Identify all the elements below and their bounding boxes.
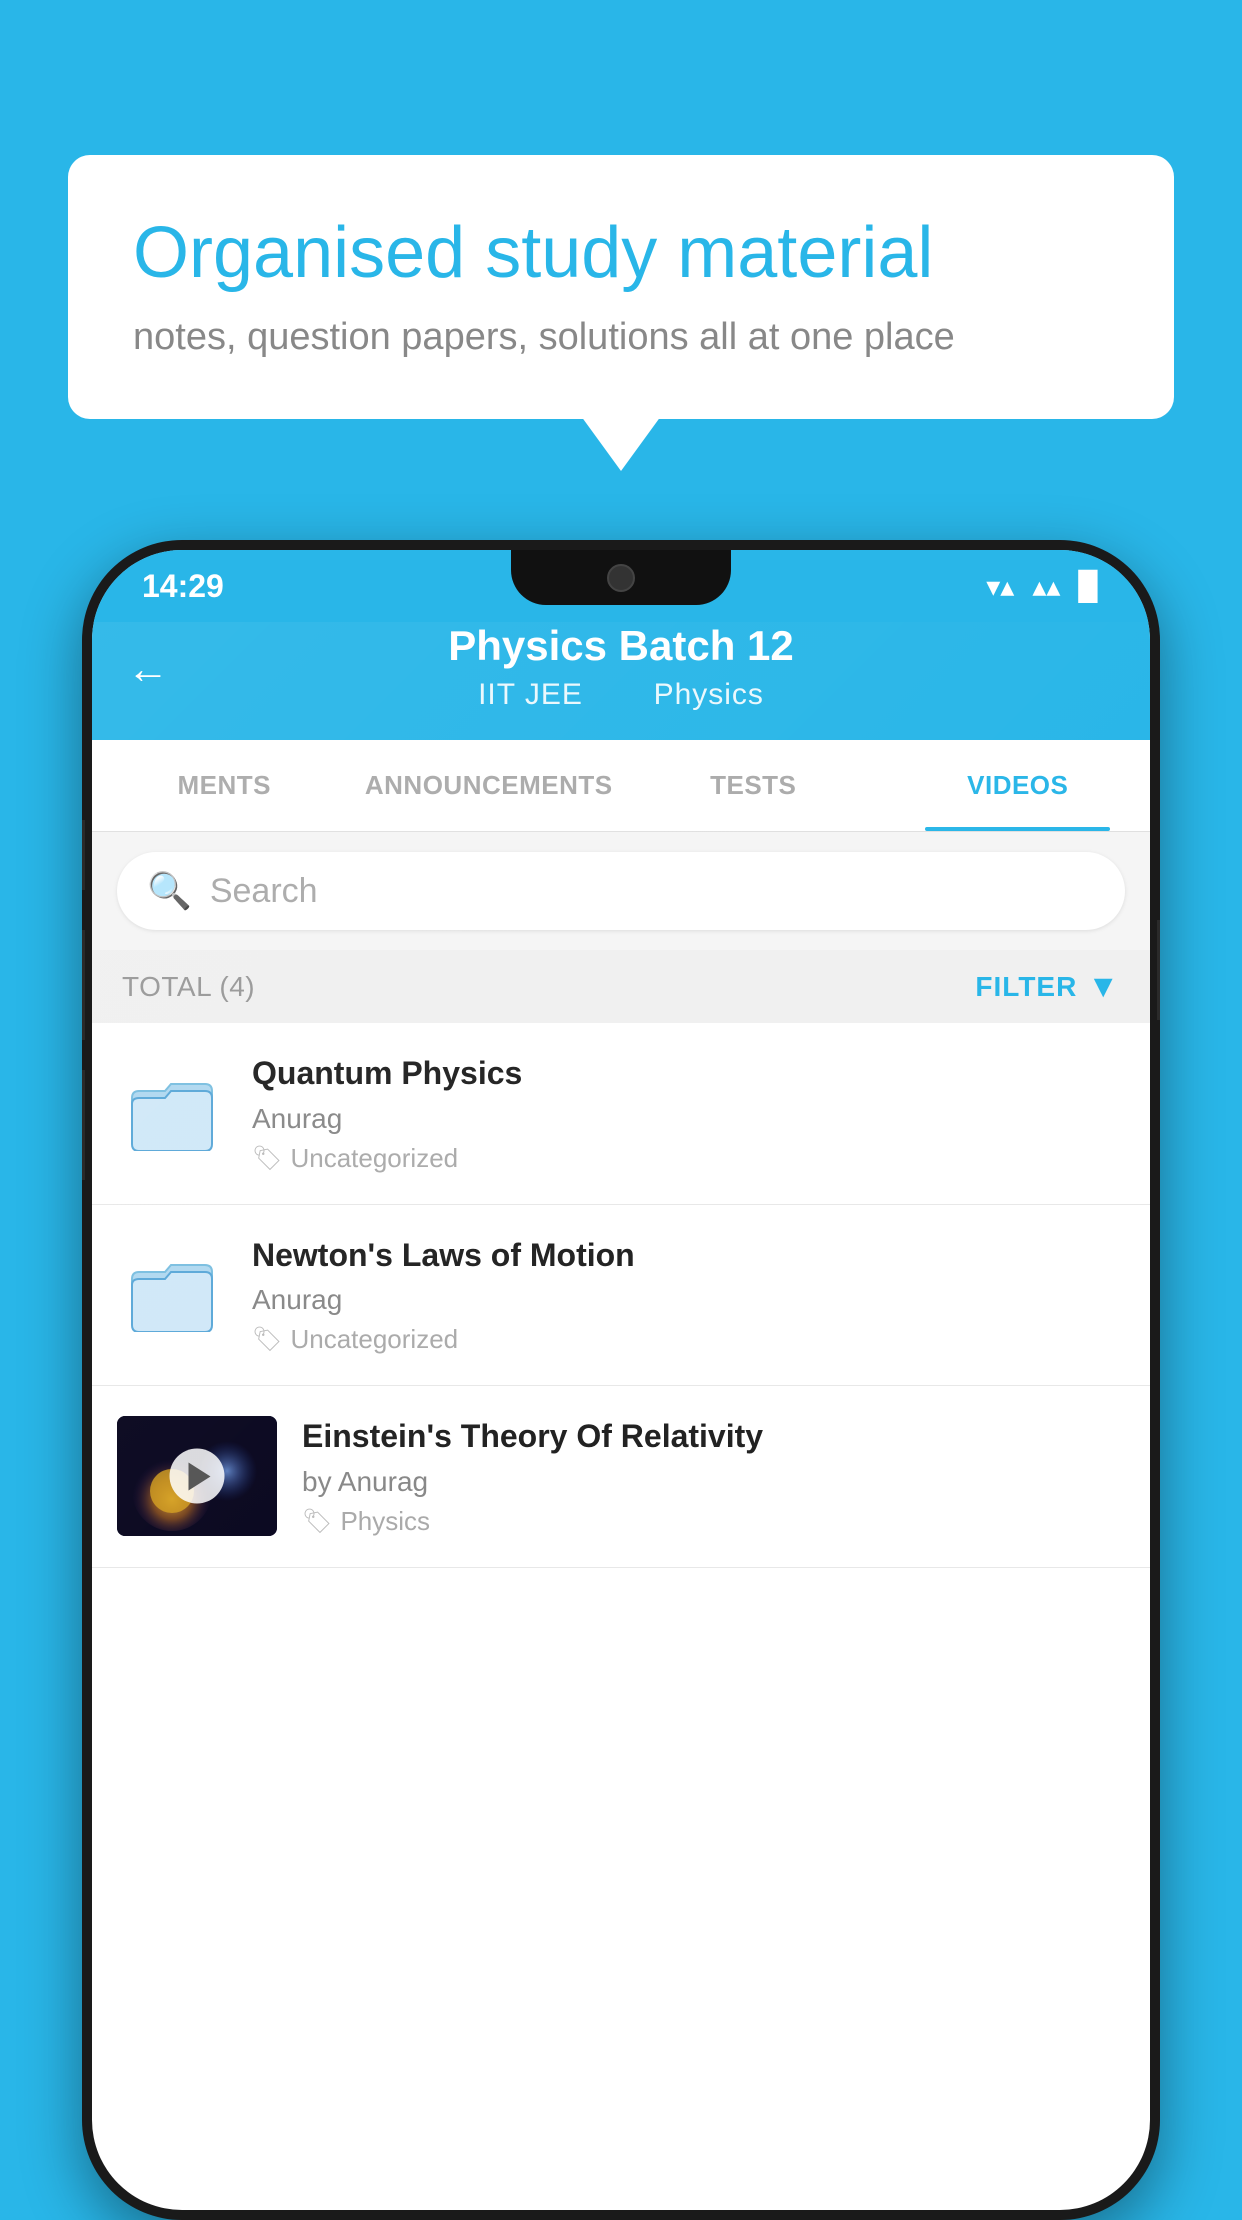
video-title: Newton's Laws of Motion [252,1235,1125,1277]
phone-notch [511,550,731,605]
back-button[interactable]: ← [127,645,169,693]
folder-icon [127,1076,217,1151]
video-tag: 🏷 Physics [302,1506,1125,1537]
search-bar[interactable]: 🔍 Search [117,852,1125,930]
video-tag: 🏷 Uncategorized [252,1143,1125,1174]
tab-announcements[interactable]: ANNOUNCEMENTS [357,740,622,831]
search-placeholder: Search [210,872,318,911]
list-item[interactable]: Quantum Physics Anurag 🏷 Uncategorized [92,1023,1150,1205]
front-camera [607,564,635,592]
tag-icon: 🏷 [252,1325,282,1354]
video-author: Anurag [252,1103,1125,1135]
video-thumbnail [117,1416,277,1536]
tab-tests[interactable]: TESTS [621,740,886,831]
batch-tags: IIT JEE Physics [92,678,1150,712]
filter-icon: ▼ [1087,968,1120,1005]
filter-bar: TOTAL (4) FILTER ▼ [92,950,1150,1023]
play-button[interactable] [170,1449,225,1504]
tag-icon: 🏷 [252,1144,282,1173]
video-author: by Anurag [302,1466,1125,1498]
tag-iitjee: IIT JEE [478,678,583,711]
bubble-subtitle: notes, question papers, solutions all at… [133,316,1109,359]
list-item[interactable]: Newton's Laws of Motion Anurag 🏷 Uncateg… [92,1205,1150,1387]
list-item[interactable]: Einstein's Theory Of Relativity by Anura… [92,1386,1150,1568]
tab-ments[interactable]: MENTS [92,740,357,831]
search-icon: 🔍 [147,870,192,912]
video-info: Einstein's Theory Of Relativity by Anura… [302,1416,1125,1537]
bubble-title: Organised study material [133,210,1109,296]
total-count: TOTAL (4) [122,971,255,1003]
wifi-icon: ▾▴ [986,570,1014,603]
filter-label: FILTER [975,971,1077,1003]
tab-bar: MENTS ANNOUNCEMENTS TESTS VIDEOS [92,740,1150,832]
signal-icon: ▴▴ [1032,570,1060,603]
play-icon [188,1462,210,1490]
mute-button [82,820,85,890]
video-title: Einstein's Theory Of Relativity [302,1416,1125,1458]
screen-content: 14:29 ▾▴ ▴▴ ▉ ← Physics Batch 12 IIT JEE… [92,550,1150,2210]
status-icons: ▾▴ ▴▴ ▉ [986,570,1100,603]
tag-icon: 🏷 [302,1507,332,1536]
video-info: Newton's Laws of Motion Anurag 🏷 Uncateg… [252,1235,1125,1356]
search-container: 🔍 Search [92,832,1150,950]
speech-bubble-container: Organised study material notes, question… [68,155,1174,419]
folder-icon-wrap [117,1250,227,1340]
video-title: Quantum Physics [252,1053,1125,1095]
video-list: Quantum Physics Anurag 🏷 Uncategorized [92,1023,1150,1568]
tag-label: Uncategorized [290,1324,458,1355]
batch-title: Physics Batch 12 [92,622,1150,670]
folder-icon [127,1257,217,1332]
video-tag: 🏷 Uncategorized [252,1324,1125,1355]
phone-frame: 14:29 ▾▴ ▴▴ ▉ ← Physics Batch 12 IIT JEE… [82,540,1160,2220]
battery-icon: ▉ [1078,570,1100,603]
tag-physics: Physics [654,678,764,711]
tag-label: Uncategorized [290,1143,458,1174]
video-info: Quantum Physics Anurag 🏷 Uncategorized [252,1053,1125,1174]
filter-button[interactable]: FILTER ▼ [975,968,1120,1005]
volume-up-button [82,930,85,1040]
volume-down-button [82,1070,85,1180]
power-button [1157,920,1160,1020]
status-time: 14:29 [142,568,224,605]
folder-icon-wrap [117,1068,227,1158]
speech-bubble: Organised study material notes, question… [68,155,1174,419]
phone-inner: 14:29 ▾▴ ▴▴ ▉ ← Physics Batch 12 IIT JEE… [92,550,1150,2210]
video-author: Anurag [252,1284,1125,1316]
tag-label: Physics [340,1506,430,1537]
tab-videos[interactable]: VIDEOS [886,740,1151,831]
